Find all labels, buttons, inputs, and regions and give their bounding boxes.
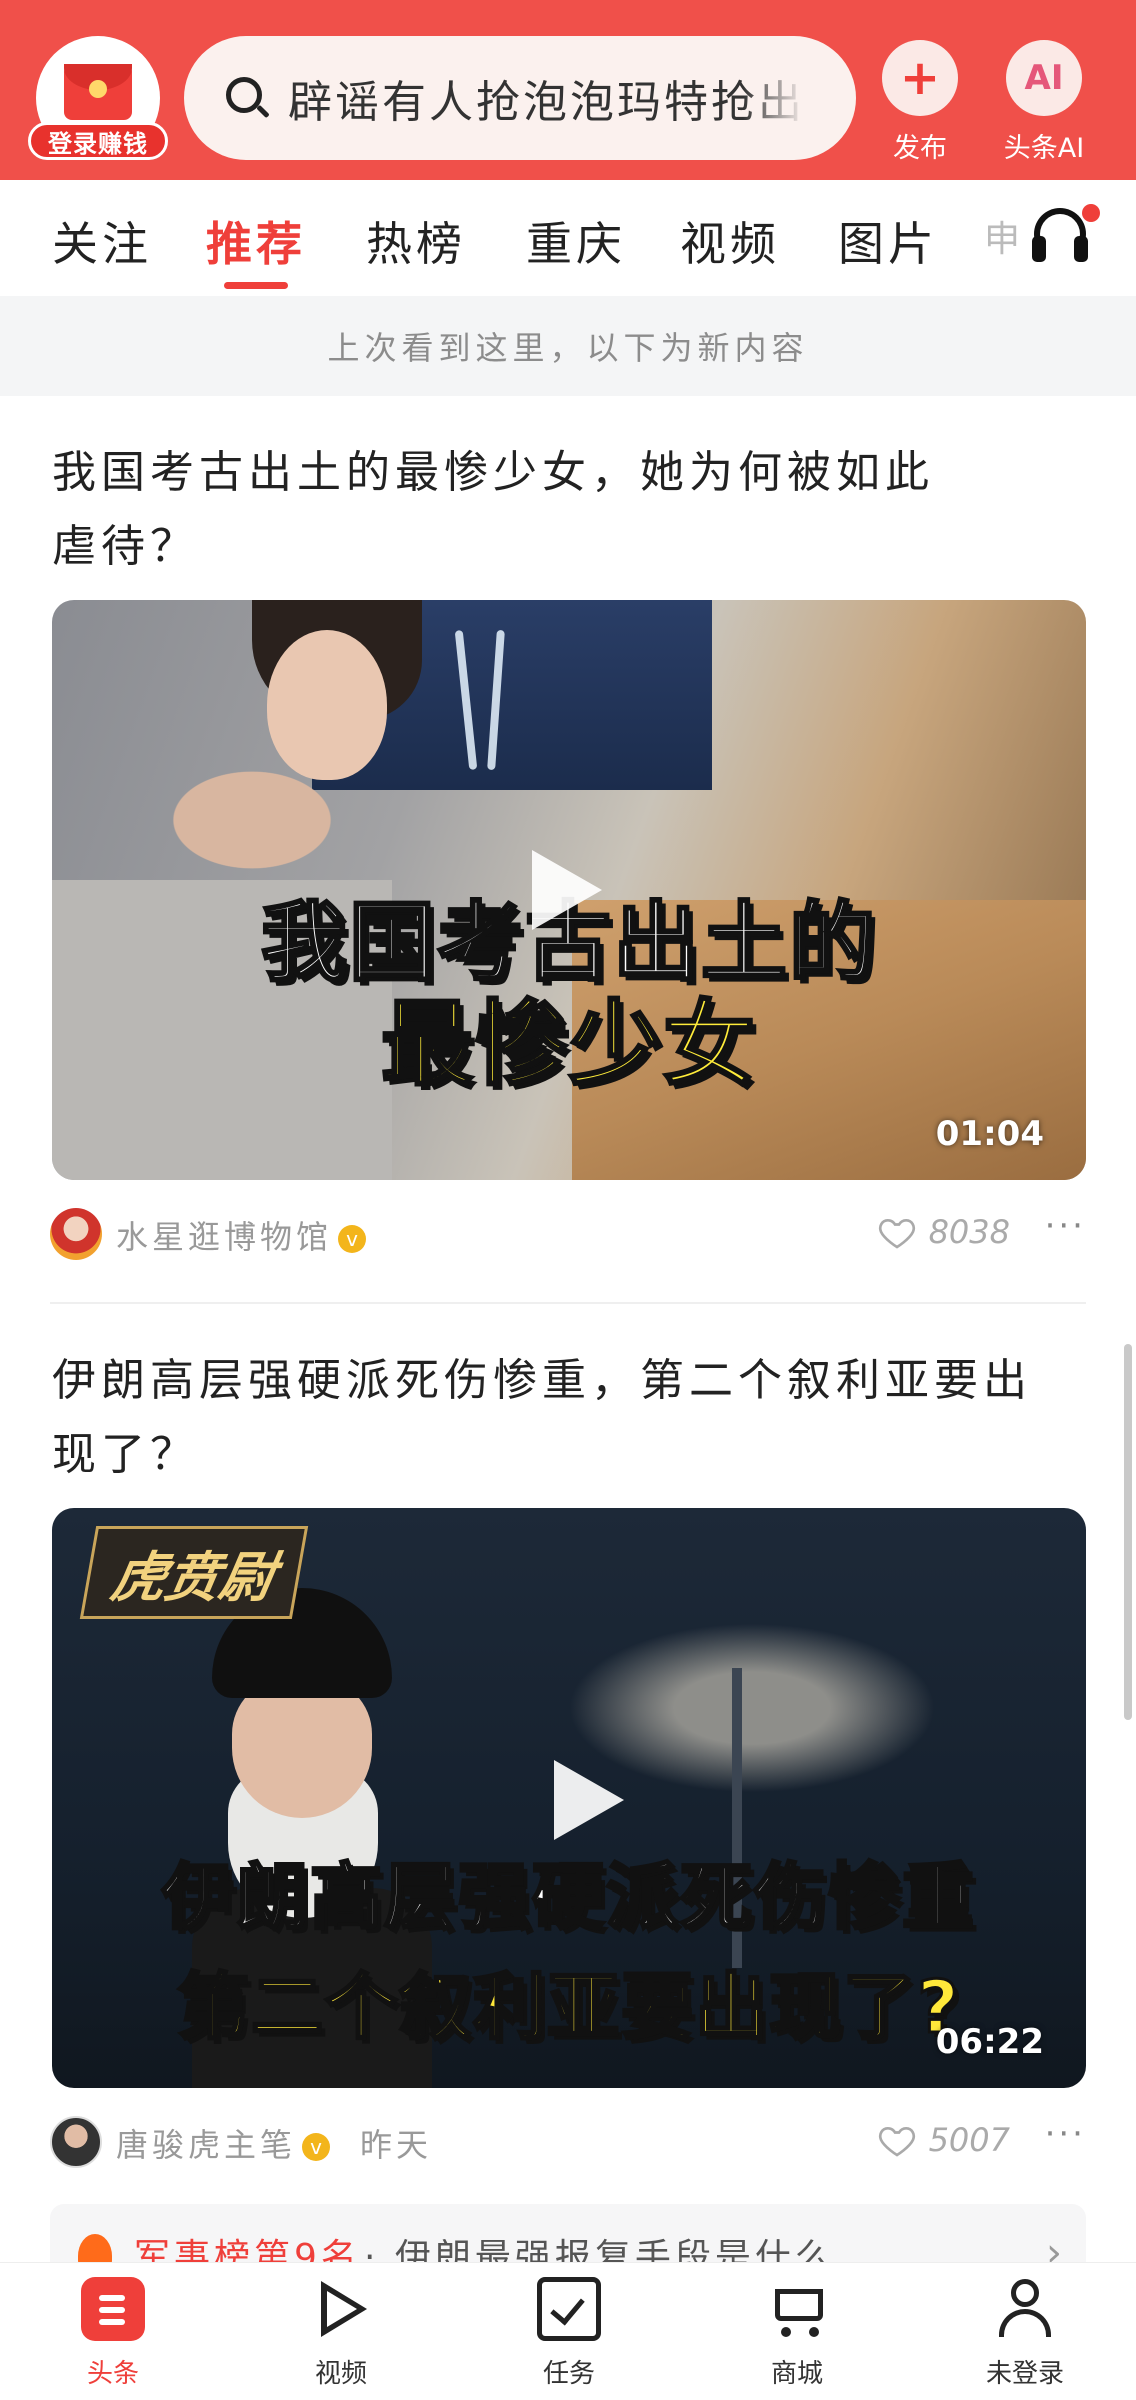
article-title-line: 伊朗高层强硬派死伤惨重，第二个叙利亚要出: [52, 1355, 1032, 1406]
tab-images[interactable]: 图片: [838, 208, 938, 274]
login-earn-badge[interactable]: 登录赚钱: [28, 122, 168, 160]
login-earn-logo[interactable]: 登录赚钱: [28, 36, 168, 160]
thumbnail-caption-line: 最惨少女: [379, 990, 757, 1100]
author-name-text: 唐骏虎主笔: [116, 2126, 297, 2164]
nav-item-profile[interactable]: 未登录: [950, 2277, 1100, 2390]
article-meta: 水星逛博物馆 v 8038 ···: [50, 1206, 1090, 1262]
author-name[interactable]: 唐骏虎主笔 v 昨天: [116, 2120, 432, 2166]
publish-time: 昨天: [360, 2126, 433, 2164]
article-title[interactable]: 伊朗高层强硬派死伤惨重，第二个叙利亚要出 现了？: [52, 1344, 1092, 1492]
article-title-line: 现了？: [52, 1429, 199, 1480]
article-meta: 唐骏虎主笔 v 昨天 5007 ···: [50, 2114, 1090, 2170]
more-options-button[interactable]: ···: [1045, 2114, 1086, 2154]
task-check-icon: [537, 2277, 601, 2341]
user-icon: [993, 2277, 1057, 2341]
notification-dot: [1082, 204, 1100, 222]
like-button[interactable]: 8038: [877, 1212, 1010, 1252]
video-duration: 06:22: [935, 2022, 1044, 2062]
play-icon[interactable]: [554, 1760, 624, 1840]
publish-label: 发布: [893, 133, 947, 164]
video-thumbnail[interactable]: 虎贲尉 伊朗高层强硬派死伤惨重 第二个叙利亚要出现了? 06:22: [52, 1508, 1086, 2088]
tab-chongqing[interactable]: 重庆: [526, 208, 626, 274]
video-thumbnail[interactable]: 我国考古出土的 最惨少女 01:04: [52, 600, 1086, 1180]
video-duration: 01:04: [935, 1114, 1044, 1154]
heart-icon: [878, 2126, 915, 2157]
avatar[interactable]: [50, 2116, 102, 2168]
like-count: 5007: [928, 2121, 1010, 2159]
cart-icon: [765, 2277, 829, 2341]
nav-label: 视频: [314, 2359, 367, 2389]
author-name-text: 水星逛博物馆: [116, 1218, 333, 1256]
coin-icon: [89, 80, 107, 98]
thumbnail-caption-line: 第二个叙利亚要出现了?: [176, 1964, 961, 2051]
channel-brand-logo: 虎贲尉: [79, 1526, 309, 1619]
article-title-line: 我国考古出土的最惨少女，她为何被如此: [52, 447, 934, 498]
search-bar[interactable]: 辟谣有人抢泡泡玛特抢出: [184, 36, 856, 160]
nav-item-mall[interactable]: 商城: [722, 2277, 872, 2390]
toutiao-ai-label: 头条AI: [1003, 133, 1085, 164]
scrollbar[interactable]: [1124, 1344, 1132, 1720]
verified-badge-icon: v: [302, 2133, 331, 2161]
bottom-navigation: 头条 视频 任务 商城 未登录: [0, 2262, 1136, 2400]
play-icon[interactable]: [532, 850, 602, 930]
search-icon: [224, 75, 270, 121]
tab-recommend[interactable]: 推荐: [206, 208, 306, 274]
tab-follow[interactable]: 关注: [52, 208, 152, 274]
ai-icon: AI: [1006, 40, 1082, 116]
article-title[interactable]: 我国考古出土的最惨少女，她为何被如此 虐待？: [52, 436, 1092, 584]
publish-button[interactable]: + 发布: [872, 40, 968, 165]
more-options-button[interactable]: ···: [1045, 1206, 1086, 1246]
tab-hot-list[interactable]: 热榜: [366, 208, 466, 274]
top-header: 登录赚钱 辟谣有人抢泡泡玛特抢出 + 发布 AI 头条AI: [0, 0, 1136, 180]
like-button[interactable]: 5007: [877, 2120, 1010, 2160]
nav-label: 未登录: [985, 2359, 1064, 2389]
article-divider: [50, 1302, 1086, 1304]
tab-video[interactable]: 视频: [680, 208, 780, 274]
article-title-line: 虐待？: [52, 521, 199, 572]
presenter-face: [267, 630, 387, 780]
nav-item-tasks[interactable]: 任务: [494, 2277, 644, 2390]
nav-label: 任务: [542, 2359, 595, 2389]
toutiao-ai-button[interactable]: AI 头条AI: [994, 40, 1094, 165]
thumbnail-caption-line: 伊朗高层强硬派死伤惨重: [160, 1854, 976, 1941]
avatar[interactable]: [50, 1208, 102, 1260]
tab-overflow[interactable]: 申: [984, 210, 1020, 262]
heart-icon: [878, 1218, 915, 1249]
search-hint-text[interactable]: 辟谣有人抢泡泡玛特抢出: [288, 66, 805, 130]
nav-item-video[interactable]: 视频: [266, 2277, 416, 2390]
plus-icon: +: [882, 40, 958, 116]
nav-item-headlines[interactable]: 头条: [38, 2277, 188, 2390]
news-icon: [81, 2277, 145, 2341]
play-icon: [309, 2277, 373, 2341]
new-content-notice[interactable]: 上次看到这里，以下为新内容: [0, 296, 1136, 396]
author-name[interactable]: 水星逛博物馆 v: [116, 1212, 367, 1258]
headphone-icon[interactable]: [1028, 204, 1100, 268]
verified-badge-icon: v: [338, 1225, 367, 1253]
nav-label: 头条: [86, 2359, 139, 2389]
active-tab-indicator: [224, 282, 288, 289]
channel-tabs: 关注 推荐 热榜 重庆 视频 图片 申: [0, 180, 1136, 296]
like-count: 8038: [928, 1213, 1010, 1251]
nav-label: 商城: [770, 2359, 823, 2389]
